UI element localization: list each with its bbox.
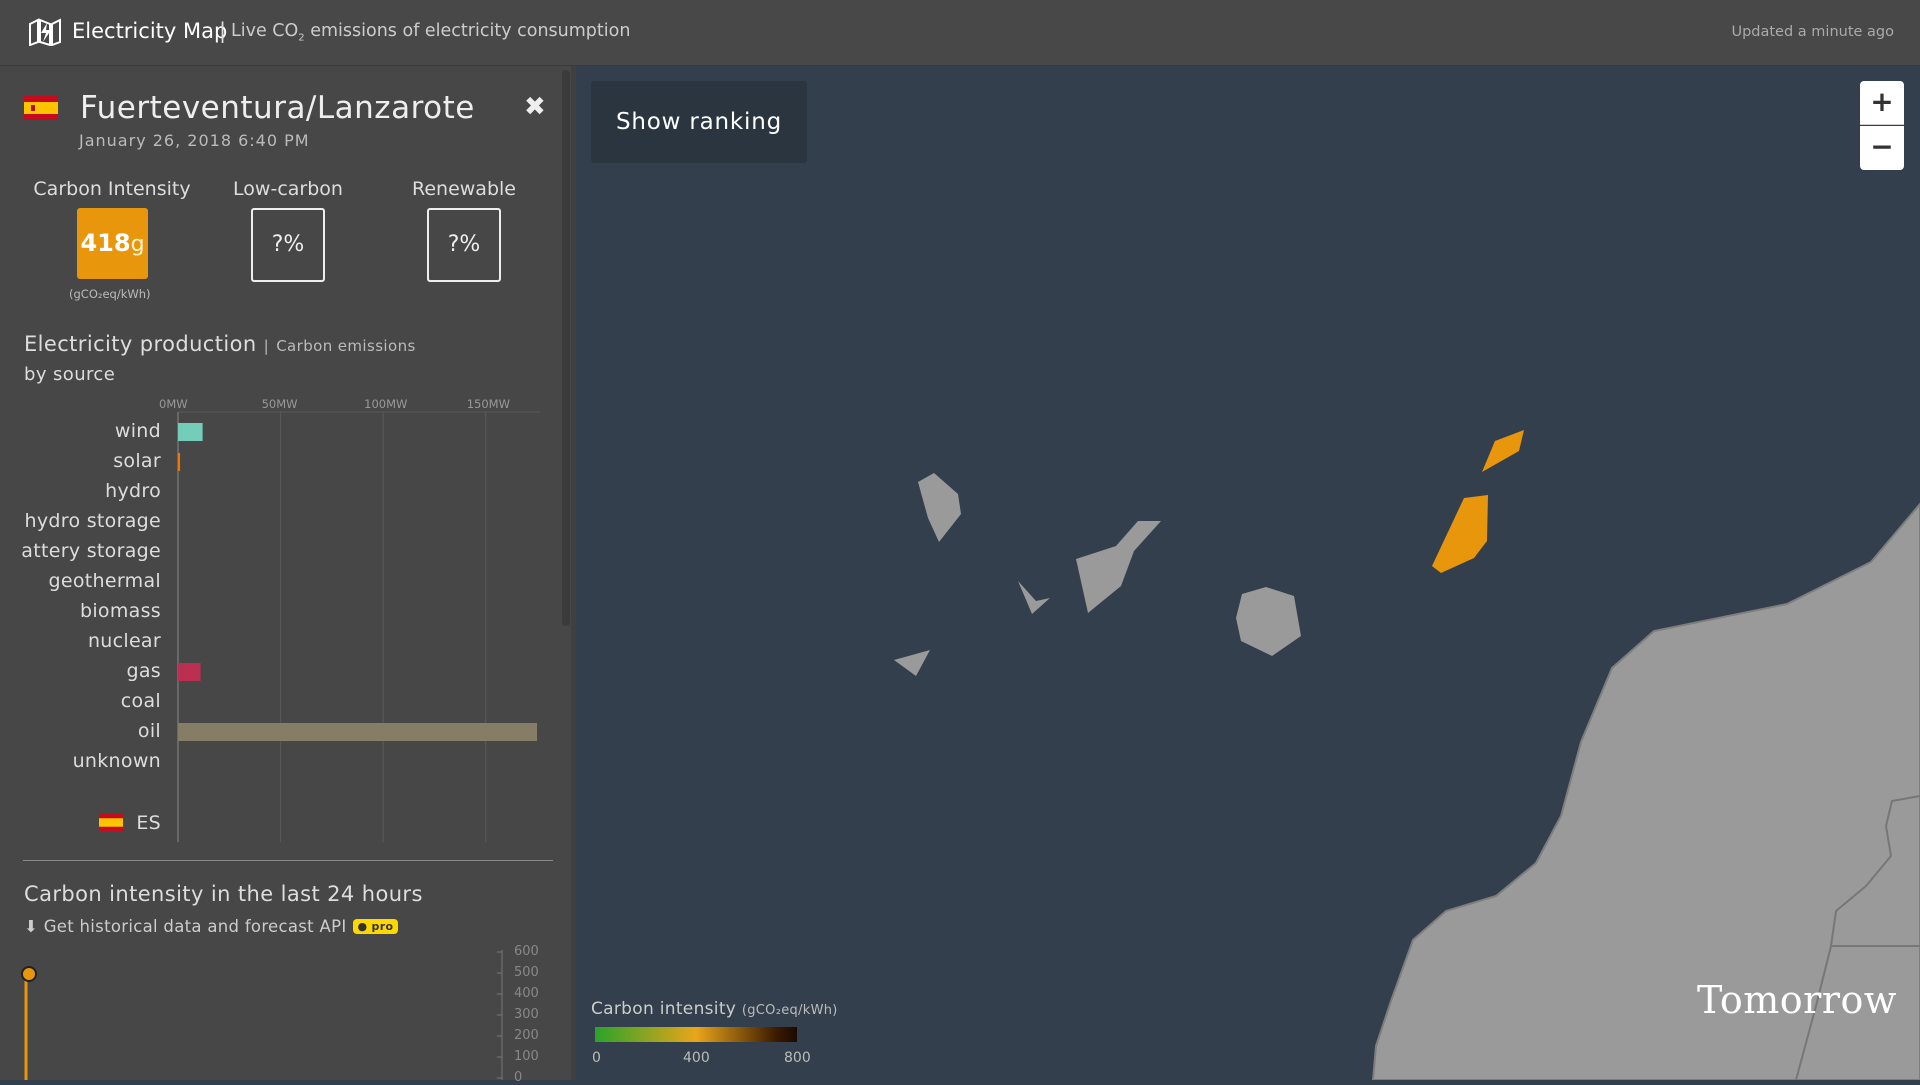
source-label-oil: oil	[137, 720, 161, 742]
show-ranking-button[interactable]: Show ranking	[591, 81, 807, 163]
header-separator: |	[219, 19, 227, 43]
zoom-in-button[interactable]: +	[1860, 81, 1904, 125]
x-tick-label: 0MW	[159, 397, 188, 411]
app-title[interactable]: Electricity Map	[72, 19, 227, 43]
source-label-biomass: biomass	[79, 600, 161, 622]
x-tick-label: 150MW	[466, 397, 510, 411]
y-tick-label: 500	[514, 965, 539, 980]
legend-tick-800: 800	[784, 1050, 811, 1066]
exchange-label-es: ES	[136, 812, 161, 834]
pro-badge: ● pro	[352, 919, 399, 934]
bar-gas[interactable]	[178, 663, 201, 681]
source-label-wind: wind	[114, 420, 161, 442]
y-tick-label: 600	[514, 944, 539, 959]
lock-icon: ●	[357, 920, 368, 933]
zone-datetime: January 26, 2018 6:40 PM	[79, 131, 310, 150]
panel-scrollbar[interactable]	[562, 70, 570, 626]
electricity-map-logo-icon[interactable]	[28, 18, 62, 46]
carbon-emissions-toggle[interactable]: Carbon emissions	[276, 337, 416, 355]
history-chart	[21, 950, 503, 1080]
carbon-intensity-unit-label: (gCO₂eq/kWh)	[69, 287, 151, 301]
spain-flag-icon	[24, 96, 58, 120]
legend-title: Carbon intensity (gCO₂eq/kWh)	[591, 999, 838, 1019]
close-icon[interactable]: ✖	[524, 92, 546, 122]
source-label-gas: gas	[126, 660, 161, 682]
source-label-geothermal: geothermal	[48, 570, 161, 592]
low-carbon-value: ?%	[251, 208, 325, 282]
zone-name: Fuerteventura/Lanzarote	[80, 90, 475, 126]
production-title: Electricity production | Carbon emission…	[24, 332, 416, 356]
source-label-nuclear: nuclear	[87, 630, 161, 652]
y-tick-label: 300	[514, 1007, 539, 1022]
zoom-out-button[interactable]: −	[1860, 126, 1904, 170]
subtitle-text: Live CO	[231, 21, 299, 41]
history-marker[interactable]	[21, 966, 37, 982]
last-updated: Updated a minute ago	[1731, 24, 1894, 40]
bar-wind[interactable]	[178, 423, 203, 441]
x-tick-label: 50MW	[261, 397, 298, 411]
historical-data-link-text[interactable]: Get historical data and forecast API	[44, 917, 347, 936]
production-subtitle: by source	[24, 364, 116, 385]
carbon-intensity-unit: g	[130, 232, 145, 257]
bar-oil[interactable]	[178, 723, 537, 741]
legend-unit: (gCO₂eq/kWh)	[741, 1003, 838, 1018]
legend-tick-400: 400	[683, 1050, 710, 1066]
header-subtitle: Live CO2 emissions of electricity consum…	[231, 21, 630, 44]
subtitle-text-end: emissions of electricity consumption	[304, 21, 631, 41]
source-label-unknown: unknown	[72, 750, 161, 772]
carbon-intensity-value-box: 418g	[77, 208, 148, 279]
carbon-intensity-label: Carbon Intensity	[33, 178, 191, 200]
source-label-hydro-storage: hydro storage	[24, 510, 161, 532]
download-icon: ⬇	[24, 917, 39, 936]
production-title-text: Electricity production	[24, 332, 257, 356]
y-tick-label: 0	[514, 1070, 523, 1085]
y-tick-label: 400	[514, 986, 539, 1001]
low-carbon-label: Low-carbon	[233, 178, 343, 200]
y-tick-label: 200	[514, 1028, 539, 1043]
renewable-value: ?%	[427, 208, 501, 282]
production-title-separator: |	[263, 337, 270, 355]
source-label-hydro: hydro	[105, 480, 161, 502]
legend-color-scale	[595, 1027, 797, 1042]
world-map[interactable]	[576, 66, 1920, 1080]
y-tick-label: 100	[514, 1049, 539, 1064]
carbon-intensity-value: 418	[80, 229, 131, 257]
bar-solar[interactable]	[178, 453, 181, 471]
legend-tick-0: 0	[592, 1050, 601, 1066]
history-title: Carbon intensity in the last 24 hours	[24, 882, 423, 906]
historical-data-link[interactable]: ⬇ Get historical data and forecast API ● …	[24, 917, 399, 936]
top-header: Electricity Map | Live CO2 emissions of …	[0, 0, 1920, 66]
tomorrow-attribution[interactable]: Tomorrow	[1697, 978, 1897, 1022]
x-tick-label: 100MW	[364, 397, 408, 411]
section-divider	[23, 860, 553, 861]
source-label-attery-storage: attery storage	[21, 540, 161, 562]
renewable-label: Renewable	[412, 178, 516, 200]
source-label-solar: solar	[113, 450, 161, 472]
source-label-coal: coal	[120, 690, 161, 712]
legend-title-text: Carbon intensity	[591, 999, 737, 1019]
pro-badge-text: pro	[371, 920, 394, 933]
